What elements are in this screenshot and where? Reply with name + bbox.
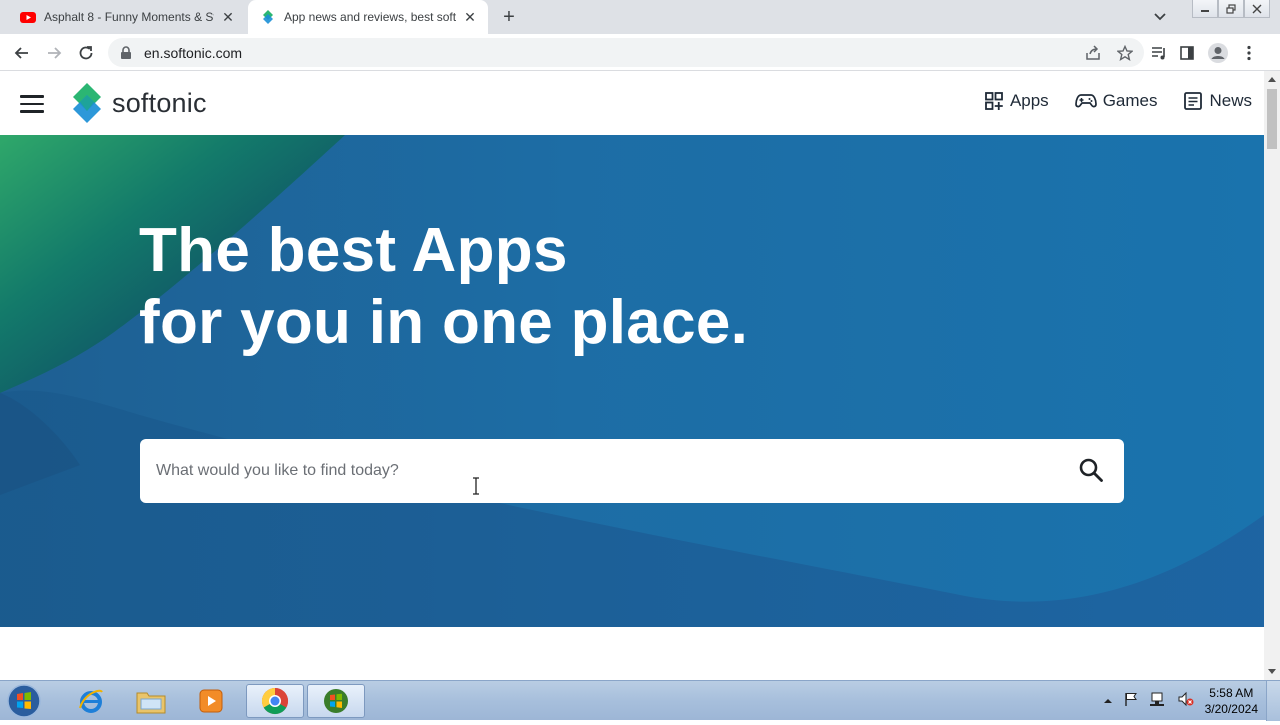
chrome-icon[interactable] — [246, 684, 304, 718]
window-controls — [1192, 0, 1270, 18]
scroll-down-arrow-icon[interactable] — [1268, 669, 1276, 674]
kebab-menu-icon[interactable] — [1240, 44, 1258, 62]
clock-time: 5:58 AM — [1209, 686, 1254, 700]
forward-arrow-icon[interactable] — [42, 41, 66, 65]
newspaper-icon — [1184, 92, 1203, 110]
windows-explorer-icon[interactable] — [307, 684, 365, 718]
scrollbar-thumb[interactable] — [1267, 89, 1277, 149]
lock-icon — [120, 45, 134, 60]
clock-date: 3/20/2024 — [1204, 702, 1258, 716]
windows-orb-icon — [7, 684, 41, 718]
file-explorer-icon[interactable] — [122, 684, 180, 718]
browser-tabstrip: Asphalt 8 - Funny Moments & St ✕ App new… — [0, 0, 1280, 34]
hero-background — [0, 135, 1264, 627]
search-box — [140, 439, 1124, 503]
show-hidden-icons-icon[interactable] — [1103, 692, 1113, 710]
headline-line-2: for you in one place. — [139, 288, 749, 357]
youtube-icon — [20, 9, 36, 25]
site-header: softonic Apps Games News — [0, 71, 1264, 135]
side-panel-icon[interactable] — [1178, 44, 1196, 62]
web-page: softonic Apps Games News The best Apps f… — [0, 71, 1264, 680]
reload-icon[interactable] — [74, 41, 98, 65]
text-cursor-icon — [473, 477, 479, 495]
main-nav: Apps Games News — [984, 91, 1252, 111]
share-icon[interactable] — [1084, 44, 1102, 62]
windows-taskbar: 5:58 AM 3/20/2024 — [0, 680, 1280, 721]
show-desktop-button[interactable] — [1266, 681, 1280, 721]
nav-apps-label: Apps — [1009, 91, 1049, 110]
network-icon[interactable] — [1149, 691, 1167, 712]
media-control-icon[interactable] — [1150, 44, 1168, 62]
nav-apps[interactable]: Apps — [984, 91, 1049, 111]
tab-asphalt[interactable]: Asphalt 8 - Funny Moments & St ✕ — [8, 0, 246, 34]
nav-news-label: News — [1209, 91, 1252, 110]
system-tray: 5:58 AM 3/20/2024 — [1103, 681, 1280, 721]
apps-grid-icon — [985, 92, 1003, 110]
restore-button[interactable] — [1218, 0, 1244, 18]
hero-headline: The best Apps for you in one place. — [139, 215, 748, 359]
tab-title: Asphalt 8 - Funny Moments & St — [44, 10, 214, 24]
start-button[interactable] — [4, 682, 44, 720]
hamburger-menu-icon[interactable] — [20, 95, 44, 113]
softonic-logo-icon — [73, 83, 101, 123]
scroll-up-arrow-icon[interactable] — [1268, 77, 1276, 82]
bookmark-star-icon[interactable] — [1116, 44, 1134, 62]
logo-wordmark: softonic — [112, 87, 207, 118]
chevron-down-icon[interactable] — [1150, 8, 1170, 26]
back-arrow-icon[interactable] — [10, 41, 34, 65]
headline-line-1: The best Apps — [139, 216, 568, 285]
media-player-icon[interactable] — [182, 684, 240, 718]
nav-games[interactable]: Games — [1074, 91, 1158, 111]
close-window-button[interactable] — [1244, 0, 1270, 18]
address-bar[interactable]: en.softonic.com — [108, 38, 1144, 67]
search-icon[interactable] — [1078, 457, 1104, 488]
nav-news[interactable]: News — [1183, 91, 1252, 111]
gamepad-icon — [1074, 94, 1097, 108]
minimize-button[interactable] — [1192, 0, 1218, 18]
profile-avatar-icon[interactable] — [1206, 41, 1230, 65]
softonic-icon — [260, 9, 276, 25]
search-input[interactable] — [156, 462, 1036, 480]
system-clock[interactable]: 5:58 AM 3/20/2024 — [1205, 685, 1258, 717]
new-tab-button[interactable]: + — [498, 7, 520, 29]
page-scrollbar[interactable] — [1264, 71, 1280, 680]
internet-explorer-icon[interactable] — [62, 684, 120, 718]
volume-muted-icon[interactable] — [1177, 691, 1195, 712]
url-text: en.softonic.com — [144, 44, 243, 61]
hero-banner: The best Apps for you in one place. — [0, 135, 1264, 627]
tab-softonic[interactable]: App news and reviews, best softw ✕ — [248, 0, 488, 34]
close-icon[interactable]: ✕ — [220, 9, 236, 25]
action-center-flag-icon[interactable] — [1123, 691, 1139, 712]
tab-title: App news and reviews, best softw — [284, 10, 456, 24]
close-icon[interactable]: ✕ — [462, 9, 478, 25]
browser-toolbar: en.softonic.com — [0, 34, 1280, 71]
softonic-logo[interactable]: softonic — [70, 82, 207, 124]
nav-games-label: Games — [1102, 91, 1158, 110]
